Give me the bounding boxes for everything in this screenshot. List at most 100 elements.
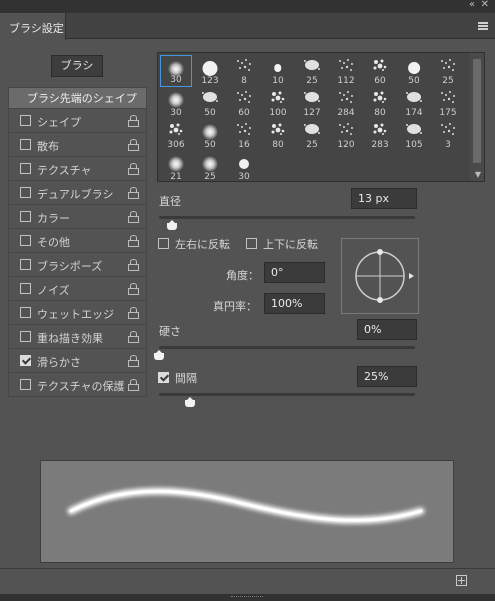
diameter-slider-knob[interactable] xyxy=(166,220,177,230)
plus-square-icon[interactable] xyxy=(456,575,467,586)
brush-tip-preview xyxy=(235,122,253,139)
brush-tip[interactable]: 50 xyxy=(194,87,226,119)
option-item[interactable]: シェイプ xyxy=(8,109,147,133)
brush-tip[interactable]: 80 xyxy=(364,87,396,119)
brush-tip[interactable]: 10 xyxy=(262,55,294,87)
tip-grid-scrollbar[interactable]: ▼ xyxy=(470,53,484,181)
option-checkbox[interactable] xyxy=(20,115,31,126)
option-checkbox[interactable] xyxy=(20,235,31,246)
option-item[interactable]: 滑らかさ xyxy=(8,349,147,373)
hardness-label: 硬さ xyxy=(159,325,181,338)
brush-tip[interactable]: 127 xyxy=(296,87,328,119)
brush-tip[interactable]: 16 xyxy=(228,119,260,151)
lock-icon[interactable] xyxy=(128,283,139,295)
hardness-field[interactable]: 0% xyxy=(357,319,417,340)
option-checkbox[interactable] xyxy=(20,307,31,318)
flip-x-checkbox[interactable] xyxy=(158,238,169,249)
brush-tip[interactable]: 30 xyxy=(160,55,192,87)
lock-icon[interactable] xyxy=(128,259,139,271)
brush-tip[interactable]: 50 xyxy=(194,119,226,151)
brush-tip[interactable]: 105 xyxy=(398,119,430,151)
brushes-button[interactable]: ブラシ xyxy=(51,55,103,77)
brush-tip[interactable]: 283 xyxy=(364,119,396,151)
brush-tip[interactable]: 25 xyxy=(194,151,226,181)
lock-icon[interactable] xyxy=(128,211,139,223)
close-icon[interactable]: ✕ xyxy=(481,0,489,10)
lock-icon[interactable] xyxy=(128,379,139,391)
brush-tip[interactable]: 123 xyxy=(194,55,226,87)
angle-roundness-widget[interactable] xyxy=(341,238,419,314)
brush-tip[interactable]: 120 xyxy=(330,119,362,151)
option-label: ブラシポーズ xyxy=(37,260,103,273)
brush-tip[interactable]: 30 xyxy=(160,87,192,119)
option-checkbox[interactable] xyxy=(20,283,31,294)
brush-tip[interactable]: 21 xyxy=(160,151,192,182)
option-checkbox[interactable] xyxy=(20,139,31,150)
brush-tip[interactable]: 284 xyxy=(330,87,362,119)
tab-brush-settings[interactable]: ブラシ設定 xyxy=(0,13,66,40)
lock-icon[interactable] xyxy=(128,355,139,367)
brush-tip[interactable]: 50 xyxy=(398,55,430,87)
option-item[interactable]: ノイズ xyxy=(8,277,147,301)
option-item[interactable]: 重ね描き効果 xyxy=(8,325,147,349)
hardness-slider[interactable] xyxy=(159,346,415,349)
option-item[interactable]: カラー xyxy=(8,205,147,229)
brush-tip[interactable]: 112 xyxy=(330,55,362,87)
brush-tip[interactable]: 80 xyxy=(262,119,294,151)
option-checkbox[interactable] xyxy=(20,331,31,342)
lock-icon[interactable] xyxy=(128,187,139,199)
option-item[interactable]: ウェットエッジ xyxy=(8,301,147,325)
option-checkbox[interactable] xyxy=(20,211,31,222)
brush-tip-preview xyxy=(303,122,321,139)
flip-y-checkbox[interactable] xyxy=(246,238,257,249)
option-item[interactable]: その他 xyxy=(8,229,147,253)
diameter-field[interactable]: 13 px xyxy=(351,188,417,209)
option-item[interactable]: デュアルブラシ xyxy=(8,181,147,205)
collapse-icon[interactable]: ‹‹ xyxy=(469,0,475,10)
brush-tip[interactable]: 306 xyxy=(160,119,192,151)
brush-tip[interactable]: 60 xyxy=(364,55,396,87)
lock-icon[interactable] xyxy=(128,235,139,247)
option-item[interactable]: テクスチャ xyxy=(8,157,147,181)
angle-field[interactable]: 0° xyxy=(264,262,325,283)
option-item[interactable]: 散布 xyxy=(8,133,147,157)
brush-options-list: ブラシ先端のシェイプ シェイプ 散布 テクスチャ デュアルブラシ カラー その他ブラシポー… xyxy=(8,87,147,397)
lock-icon[interactable] xyxy=(128,331,139,343)
brush-tip[interactable]: 174 xyxy=(398,87,430,119)
brush-tip[interactable]: 3 xyxy=(432,119,464,151)
option-item[interactable]: テクスチャの保護 xyxy=(8,373,147,397)
brush-tip-preview xyxy=(405,122,423,139)
brush-tip[interactable]: 60 xyxy=(228,87,260,119)
lock-icon[interactable] xyxy=(128,307,139,319)
brush-tip[interactable]: 8 xyxy=(228,55,260,87)
spacing-field[interactable]: 25% xyxy=(357,366,417,387)
lock-icon[interactable] xyxy=(128,139,139,151)
brush-tip[interactable]: 175 xyxy=(432,87,464,119)
option-item[interactable]: ブラシポーズ xyxy=(8,253,147,277)
brush-tip[interactable]: 25 xyxy=(296,119,328,151)
option-checkbox[interactable] xyxy=(20,379,31,390)
brush-tip[interactable]: 25 xyxy=(296,55,328,87)
lock-icon[interactable] xyxy=(128,163,139,175)
option-checkbox[interactable] xyxy=(20,163,31,174)
panel-menu-icon[interactable] xyxy=(478,22,488,30)
option-brush-tip-shape[interactable]: ブラシ先端のシェイプ xyxy=(8,87,147,109)
scrollbar-thumb[interactable] xyxy=(473,59,481,163)
brush-tip[interactable]: 25 xyxy=(432,55,464,87)
brush-tip[interactable]: 100 xyxy=(262,87,294,119)
lock-icon[interactable] xyxy=(128,115,139,127)
spacing-slider-knob[interactable] xyxy=(184,397,195,407)
option-checkbox[interactable] xyxy=(20,355,31,366)
chevron-down-icon[interactable]: ▼ xyxy=(475,170,481,179)
option-checkbox[interactable] xyxy=(20,259,31,270)
resize-grip[interactable] xyxy=(231,596,263,599)
brush-tip-size: 60 xyxy=(238,108,250,118)
hardness-slider-knob[interactable] xyxy=(154,350,164,360)
spacing-checkbox[interactable] xyxy=(158,372,169,383)
brush-tip-size: 21 xyxy=(170,172,182,182)
roundness-field[interactable]: 100% xyxy=(264,293,325,314)
spacing-slider[interactable] xyxy=(159,393,415,396)
option-checkbox[interactable] xyxy=(20,187,31,198)
diameter-slider[interactable] xyxy=(159,216,415,219)
brush-tip[interactable]: 30 xyxy=(228,151,260,181)
